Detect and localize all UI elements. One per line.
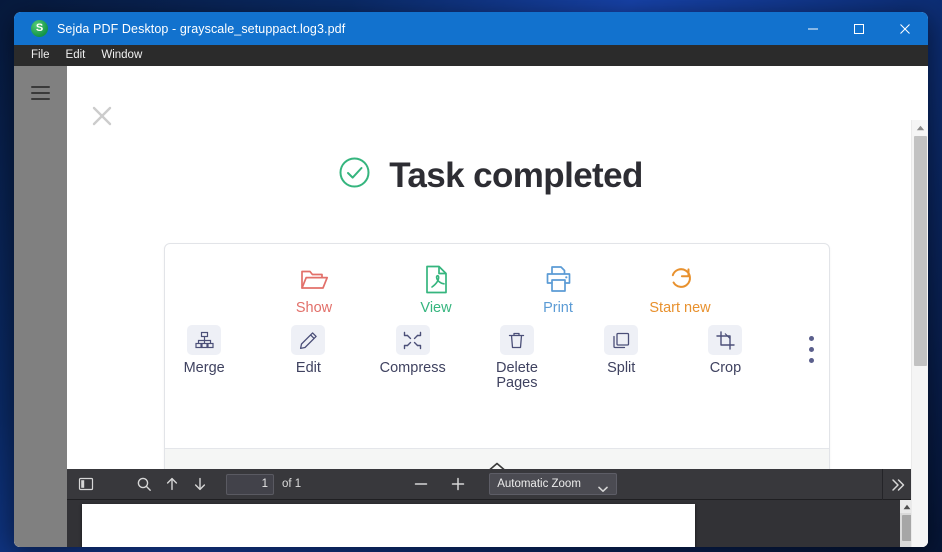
action-compress[interactable]: Compress (374, 323, 452, 376)
action-crop[interactable]: Crop (686, 323, 764, 376)
left-rail (14, 66, 67, 547)
minus-icon[interactable] (408, 472, 434, 496)
primary-actions-row: Show View Print Start new (165, 244, 829, 316)
close-icon[interactable] (882, 12, 928, 45)
action-split-label: Split (607, 360, 636, 376)
action-merge-label: Merge (183, 360, 225, 376)
hamburger-menu-icon[interactable] (31, 86, 50, 547)
printer-icon (544, 263, 573, 295)
logo-letter: S (35, 22, 44, 34)
compress-icon (395, 325, 430, 355)
pdf-document-icon (424, 263, 449, 295)
close-panel-icon[interactable] (89, 103, 115, 129)
action-print[interactable]: Print (517, 261, 599, 316)
action-edit[interactable]: Edit (269, 323, 347, 376)
page-title-text: Task completed (389, 155, 643, 195)
action-show-label: Show (295, 300, 333, 316)
crop-icon (708, 325, 743, 355)
pdf-page (82, 504, 695, 547)
action-start-new-label: Start new (649, 300, 711, 316)
double-chevron-right-icon[interactable] (882, 469, 914, 500)
pdf-viewer: of 1 (67, 469, 914, 547)
action-split[interactable]: Split (582, 323, 660, 376)
maximize-icon[interactable] (836, 12, 882, 45)
main-panel: Task completed Show View Print Start new… (67, 66, 914, 547)
pdf-toolbar: of 1 (67, 469, 914, 500)
refresh-icon (667, 263, 694, 295)
open-folder-icon (300, 263, 329, 295)
action-show[interactable]: Show (273, 261, 355, 316)
title-bar[interactable]: S Sejda PDF Desktop - grayscale_setuppac… (14, 12, 928, 45)
action-print-label: Print (543, 300, 573, 316)
split-layers-icon (604, 325, 639, 355)
pdf-canvas-area (67, 500, 914, 547)
window-body: Task completed Show View Print Start new… (14, 66, 928, 547)
menu-item-edit[interactable]: Edit (58, 48, 94, 64)
check-circle-icon (338, 156, 371, 194)
arrow-up-icon[interactable] (159, 472, 185, 496)
more-vertical-icon[interactable] (795, 323, 829, 363)
menu-bar: File Edit Window (14, 45, 928, 66)
action-start-new[interactable]: Start new (639, 261, 721, 316)
merge-icon (187, 325, 222, 355)
page-number-input[interactable] (226, 473, 274, 495)
window-scrollbar[interactable] (911, 120, 928, 547)
menu-item-window[interactable]: Window (93, 48, 150, 64)
scroll-up-icon[interactable] (912, 120, 928, 135)
action-crop-label: Crop (709, 360, 742, 376)
sidebar-toggle-icon[interactable] (73, 472, 99, 496)
secondary-actions-row: Merge Edit Compress Delete Pages Split C… (165, 316, 829, 391)
window-title: Sejda PDF Desktop - grayscale_setuppact.… (57, 21, 346, 36)
page-title: Task completed (67, 156, 914, 194)
action-view[interactable]: View (395, 261, 477, 316)
search-icon[interactable] (131, 472, 157, 496)
window-scrollbar-thumb[interactable] (914, 136, 927, 366)
action-merge[interactable]: Merge (165, 323, 243, 376)
action-compress-label: Compress (379, 360, 446, 376)
action-delete-pages[interactable]: Delete Pages (478, 323, 556, 391)
menu-item-file[interactable]: File (23, 48, 58, 64)
action-edit-label: Edit (295, 360, 321, 376)
app-window: S Sejda PDF Desktop - grayscale_setuppac… (14, 12, 928, 547)
action-view-label: View (420, 300, 452, 316)
arrow-down-icon[interactable] (187, 472, 213, 496)
zoom-select[interactable]: Automatic ZoomActual SizePage FitPage Wi… (489, 473, 618, 495)
pencil-icon (291, 325, 326, 355)
action-delete-pages-label: Delete Pages (495, 360, 538, 391)
minimize-icon[interactable] (790, 12, 836, 45)
window-controls (790, 12, 928, 45)
plus-icon[interactable] (445, 472, 471, 496)
page-total-label: of 1 (282, 478, 302, 490)
sejda-logo-icon: S (31, 20, 48, 37)
trash-icon (499, 325, 534, 355)
actions-card: Show View Print Start new Merge Edit Com… (164, 243, 830, 489)
